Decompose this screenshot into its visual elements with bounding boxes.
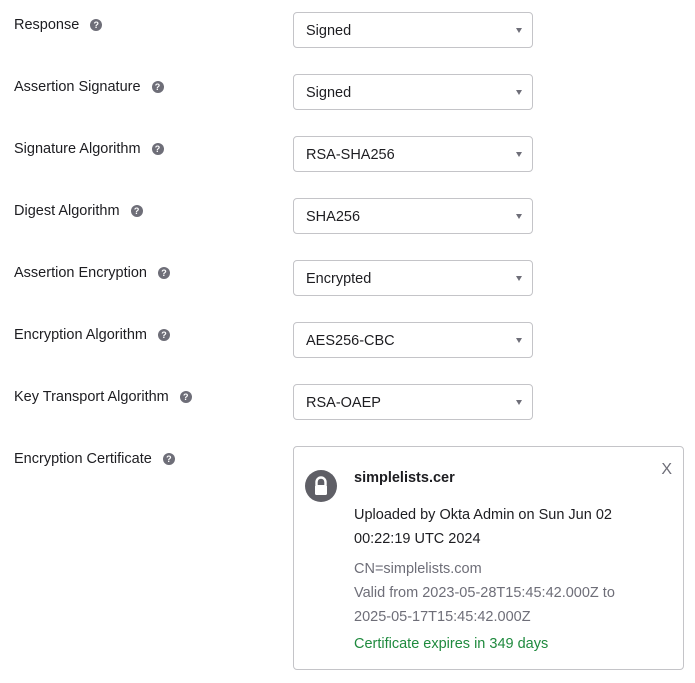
certificate-expiry: Certificate expires in 349 days bbox=[354, 636, 549, 652]
lock-icon bbox=[305, 470, 337, 502]
assertion-encryption-select[interactable]: Encrypted bbox=[293, 260, 533, 296]
certificate-card: X simplelists.cer Uploaded by Okta Admin… bbox=[293, 446, 684, 670]
help-icon[interactable]: ? bbox=[157, 267, 170, 279]
certificate-uploaded-info: Uploaded by Okta Admin on Sun Jun 02 00:… bbox=[354, 507, 612, 547]
digest-algorithm-select[interactable]: SHA256 bbox=[293, 198, 533, 234]
field-label-text: Encryption Certificate bbox=[14, 451, 152, 467]
field-label: Digest Algorithm ? bbox=[14, 202, 143, 220]
field-label-text: Digest Algorithm bbox=[14, 203, 120, 219]
certificate-file-name: simplelists.cer bbox=[354, 470, 455, 486]
field-label-text: Assertion Encryption bbox=[14, 265, 147, 281]
field-row-assertion-encryption: Assertion Encryption ? Encrypted bbox=[0, 260, 695, 300]
field-label-text: Encryption Algorithm bbox=[14, 327, 147, 343]
field-label: Assertion Signature ? bbox=[14, 78, 164, 96]
select-value: Signed bbox=[306, 23, 352, 39]
field-label-text: Assertion Signature bbox=[14, 79, 141, 95]
field-row-signature-algorithm: Signature Algorithm ? RSA-SHA256 bbox=[0, 136, 695, 176]
select-value: RSA-SHA256 bbox=[306, 147, 395, 163]
field-row-encryption-algorithm: Encryption Algorithm ? AES256-CBC bbox=[0, 322, 695, 362]
chevron-down-icon bbox=[516, 338, 522, 343]
help-icon[interactable]: ? bbox=[162, 453, 175, 465]
select-value: Encrypted bbox=[306, 271, 372, 287]
help-icon[interactable]: ? bbox=[157, 329, 170, 341]
help-icon[interactable]: ? bbox=[90, 19, 103, 31]
select-value: AES256-CBC bbox=[306, 333, 395, 349]
field-label-text: Key Transport Algorithm bbox=[14, 389, 169, 405]
help-icon[interactable]: ? bbox=[130, 205, 143, 217]
chevron-down-icon bbox=[516, 152, 522, 157]
certificate-validity: Valid from 2023-05-28T15:45:42.000Z to 2… bbox=[354, 585, 615, 625]
field-label-text: Signature Algorithm bbox=[14, 141, 141, 157]
encryption-algorithm-select[interactable]: AES256-CBC bbox=[293, 322, 533, 358]
key-transport-algorithm-select[interactable]: RSA-OAEP bbox=[293, 384, 533, 420]
chevron-down-icon bbox=[516, 276, 522, 281]
assertion-signature-select[interactable]: Signed bbox=[293, 74, 533, 110]
chevron-down-icon bbox=[516, 400, 522, 405]
field-label: Response ? bbox=[14, 16, 103, 34]
response-select[interactable]: Signed bbox=[293, 12, 533, 48]
field-label-text: Response bbox=[14, 17, 80, 33]
chevron-down-icon bbox=[516, 28, 522, 33]
field-row-assertion-signature: Assertion Signature ? Signed bbox=[0, 74, 695, 114]
select-value: Signed bbox=[306, 85, 352, 101]
field-label: Assertion Encryption ? bbox=[14, 264, 170, 282]
select-value: SHA256 bbox=[306, 209, 361, 225]
help-icon[interactable]: ? bbox=[151, 81, 164, 93]
field-row-digest-algorithm: Digest Algorithm ? SHA256 bbox=[0, 198, 695, 238]
field-row-key-transport-algorithm: Key Transport Algorithm ? RSA-OAEP bbox=[0, 384, 695, 424]
field-row-response: Response ? Signed bbox=[0, 12, 695, 52]
help-icon[interactable]: ? bbox=[179, 391, 192, 403]
field-label: Encryption Algorithm ? bbox=[14, 326, 170, 344]
chevron-down-icon bbox=[516, 90, 522, 95]
certificate-cn: CN=simplelists.com bbox=[354, 561, 482, 577]
help-icon[interactable]: ? bbox=[151, 143, 164, 155]
select-value: RSA-OAEP bbox=[306, 395, 381, 411]
remove-certificate-button[interactable]: X bbox=[661, 461, 672, 479]
field-label: Signature Algorithm ? bbox=[14, 140, 164, 158]
field-label: Encryption Certificate ? bbox=[14, 450, 175, 468]
signature-algorithm-select[interactable]: RSA-SHA256 bbox=[293, 136, 533, 172]
chevron-down-icon bbox=[516, 214, 522, 219]
field-label: Key Transport Algorithm ? bbox=[14, 388, 192, 406]
